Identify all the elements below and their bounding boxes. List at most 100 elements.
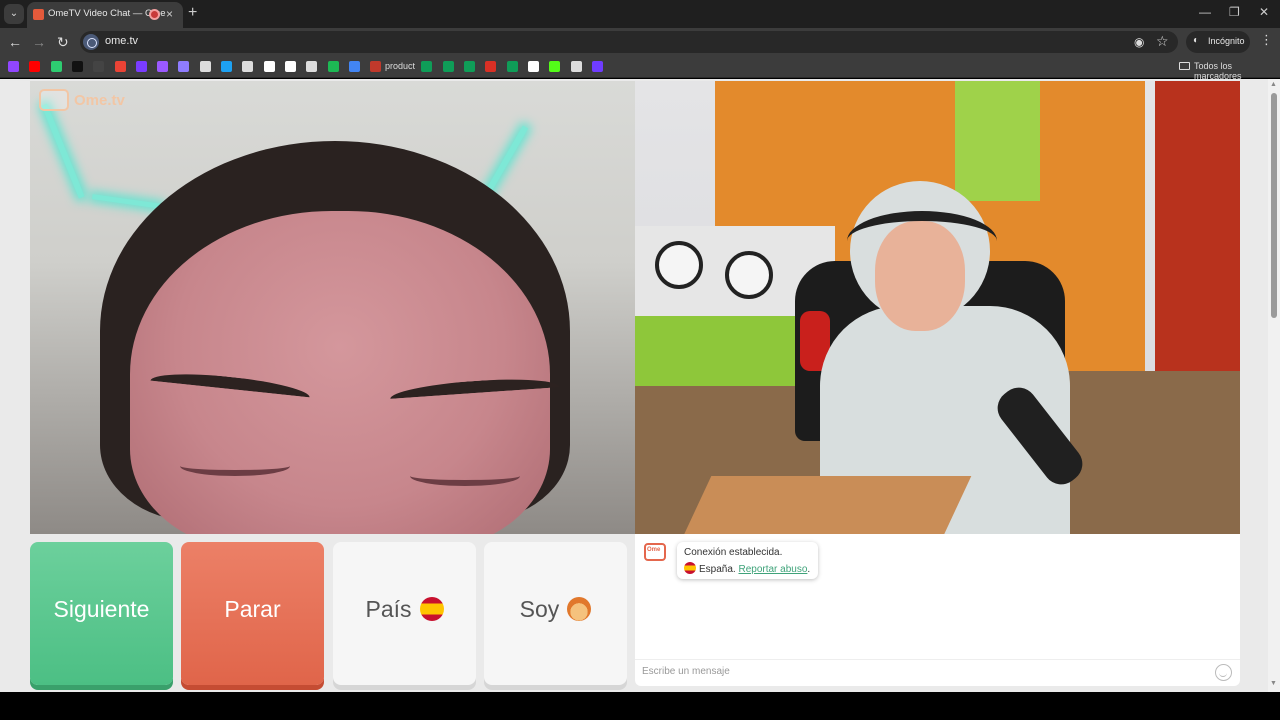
gender-button-label-wrap: Soy	[484, 596, 627, 623]
reload-button[interactable]: ↻	[57, 33, 69, 51]
chat-input-row	[635, 659, 1240, 686]
tiktok-icon[interactable]	[71, 61, 83, 72]
logo-text: Ome.tv	[74, 92, 125, 109]
diamond-icon[interactable]	[527, 61, 539, 72]
remote-video: Ome.tv	[30, 81, 635, 534]
square-icon[interactable]	[263, 61, 275, 72]
incognito-icon: ◐	[1193, 35, 1200, 46]
next-button-label: Siguiente	[53, 596, 150, 622]
sheets-icon-3[interactable]	[464, 61, 475, 72]
sheets-icon-2[interactable]	[442, 61, 454, 72]
purple-icon[interactable]	[591, 61, 603, 72]
new-tab-button[interactable]: +	[188, 4, 197, 22]
chatgpt-icon[interactable]	[284, 61, 296, 72]
incognito-badge[interactable]: ◐ Incógnito	[1186, 31, 1250, 53]
chat-panel: Conexión establecida. España. Reportar a…	[635, 534, 1240, 686]
connection-message: Conexión establecida.	[684, 547, 783, 558]
close-tab-icon[interactable]: ×	[166, 7, 173, 21]
t-icon[interactable]	[135, 61, 147, 72]
back-button[interactable]: ←	[8, 33, 22, 51]
next-button[interactable]: Siguiente	[30, 542, 173, 685]
country-button[interactable]: País	[333, 542, 476, 685]
address-bar[interactable]: ome.tv ◉ ☆	[80, 31, 1178, 53]
message-input[interactable]	[642, 666, 1202, 677]
report-suffix: .	[807, 564, 811, 575]
football-pattern	[655, 241, 703, 289]
emoji-icon[interactable]	[1215, 664, 1232, 681]
report-abuse-link[interactable]: Reportar abuso	[738, 564, 807, 575]
spain-flag-icon	[684, 562, 696, 574]
eye	[180, 456, 290, 476]
drawer	[635, 316, 805, 386]
stop-button[interactable]: Parar	[181, 542, 324, 685]
tv-icon	[39, 89, 69, 111]
dot-icon[interactable]	[93, 61, 105, 72]
local-video	[635, 81, 1240, 534]
twitch-icon[interactable]	[8, 61, 19, 72]
led-strip	[91, 194, 163, 209]
spotify-icon[interactable]	[327, 61, 339, 72]
bookmarks-bar: product Todos los marcadores	[0, 56, 1280, 81]
bookmark-star-icon[interactable]: ☆	[1156, 33, 1169, 50]
scroll-down-icon[interactable]: ▼	[1270, 680, 1277, 687]
red-icon[interactable]	[485, 61, 497, 72]
browser-toolbar: ← → ↻ ome.tv ◉ ☆ ◐ Incógnito ⋮	[0, 28, 1280, 56]
gender-button[interactable]: Soy	[484, 542, 627, 685]
sheets-icon-4[interactable]	[506, 61, 518, 72]
ometv-favicon-icon	[33, 9, 44, 20]
whatsapp-icon[interactable]	[242, 61, 254, 72]
desk	[678, 476, 972, 534]
cd-icon[interactable]	[199, 61, 211, 72]
scroll-up-icon[interactable]: ▲	[1270, 81, 1277, 88]
minimize-button[interactable]: —	[1199, 5, 1211, 19]
kick-icon[interactable]	[549, 61, 561, 72]
spain-flag-icon	[419, 597, 444, 621]
folder-icon	[1179, 62, 1190, 70]
forward-button[interactable]: →	[32, 33, 46, 51]
country-name: España.	[699, 564, 736, 575]
youtube-icon[interactable]	[29, 61, 41, 72]
country-message: España. Reportar abuso.	[684, 562, 810, 575]
recording-icon	[149, 9, 160, 20]
face	[130, 211, 550, 534]
pen-icon[interactable]	[306, 61, 318, 72]
product-icon[interactable]	[370, 61, 382, 72]
tab-bar: ⌄ OmeTV Video Chat — Ome × + — ❐ ✕	[0, 0, 1280, 28]
twitch-purple-icon[interactable]	[157, 61, 169, 72]
country-button-label-wrap: País	[333, 596, 476, 623]
sheets-icon-1[interactable]	[421, 61, 433, 72]
boy-icon	[567, 597, 592, 621]
arc-icon[interactable]	[178, 61, 190, 72]
page: Ome.tv Siguiente Parar País Soy Con	[0, 79, 1280, 692]
ometv-chat-icon	[644, 543, 666, 561]
browser-menu-icon[interactable]: ⋮	[1260, 32, 1273, 48]
forty-icon[interactable]	[50, 61, 62, 72]
tab-search-button[interactable]: ⌄	[4, 4, 24, 24]
incognito-label: Incógnito	[1208, 36, 1245, 46]
active-tab[interactable]: OmeTV Video Chat — Ome ×	[27, 2, 183, 28]
stop-button-label: Parar	[224, 596, 281, 622]
football-pattern	[725, 251, 773, 299]
led-strip	[41, 103, 85, 199]
country-button-label: País	[365, 596, 412, 622]
close-window-button[interactable]: ✕	[1259, 5, 1269, 19]
headset	[847, 211, 997, 271]
wardrobe-door	[955, 81, 1040, 201]
bookmark-product-label[interactable]: product	[385, 61, 415, 71]
site-info-icon[interactable]	[83, 34, 99, 50]
s-icon[interactable]	[570, 61, 582, 72]
eye-icon[interactable]: ◉	[1134, 35, 1144, 49]
page-scrollbar[interactable]: ▲ ▼	[1268, 79, 1280, 692]
door	[1155, 81, 1240, 401]
scroll-thumb[interactable]	[1271, 93, 1277, 318]
gmail-icon[interactable]	[114, 61, 126, 72]
play-icon[interactable]	[348, 61, 360, 72]
restore-button[interactable]: ❐	[1229, 5, 1240, 19]
url-text: ome.tv	[105, 35, 139, 47]
eye	[410, 466, 520, 486]
taskbar-edge	[0, 692, 1280, 720]
all-bookmarks-button[interactable]: Todos los marcadores	[1194, 61, 1280, 81]
bird-icon[interactable]	[221, 61, 232, 72]
system-message: Conexión establecida. España. Reportar a…	[677, 542, 818, 579]
gender-button-label: Soy	[519, 596, 560, 622]
